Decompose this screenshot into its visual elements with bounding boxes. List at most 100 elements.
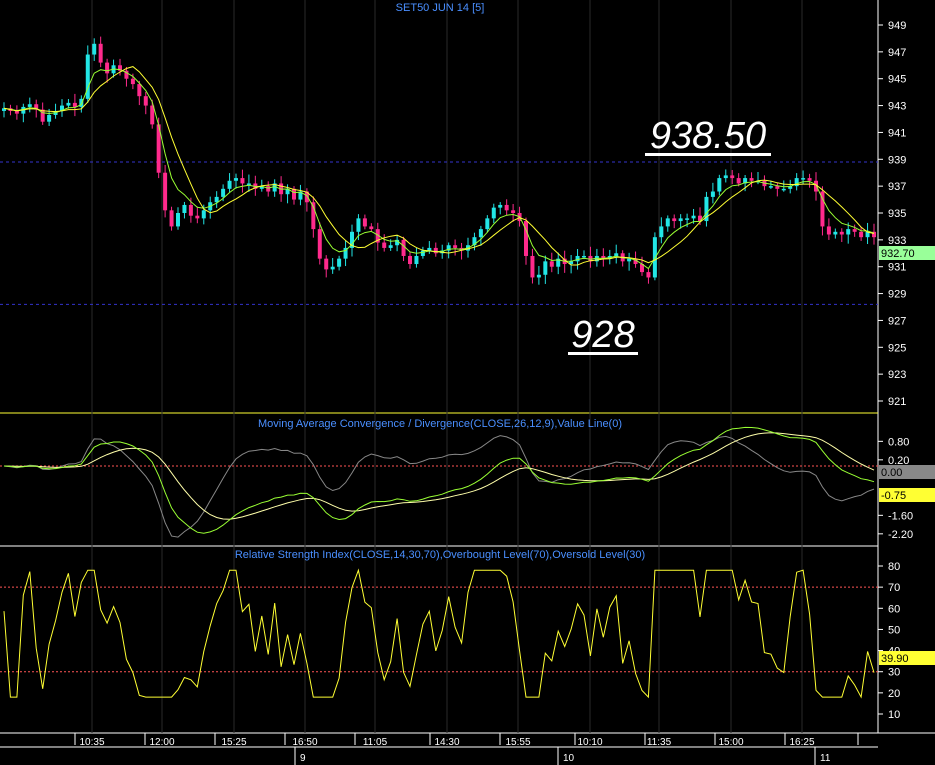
macd-tick-label: 0.80 (888, 436, 909, 448)
high-annotation-underline (645, 153, 771, 156)
rsi-title: Relative Strength Index(CLOSE,14,30,70),… (235, 549, 645, 561)
candle-body (678, 218, 683, 222)
y-tick-label: 941 (888, 127, 906, 139)
candle-body (337, 258, 342, 267)
candle-body (221, 188, 226, 197)
candle-body (201, 210, 206, 219)
candle-body (646, 272, 651, 278)
candle-body (92, 43, 97, 55)
rsi-tick-label: 80 (888, 561, 900, 573)
candle-body (401, 239, 406, 256)
candle-body (266, 186, 271, 192)
y-tick-label: 937 (888, 181, 906, 193)
x-ticks: 10:35 12:00 15:25 16:50 11:05 14:30 15:55 10:10… (0, 737, 878, 765)
candle-body (781, 188, 786, 191)
candle-body (575, 255, 580, 262)
x-tick-label: 12:00 (149, 737, 174, 748)
candle-body (749, 178, 754, 181)
macd-zero-label: 0.00 (881, 467, 902, 479)
x-tick-label: 10:10 (577, 737, 602, 748)
y-tick-label: 925 (888, 342, 906, 354)
rsi-tick-label: 10 (888, 709, 900, 721)
x-tick-label: 10:35 (79, 737, 104, 748)
candle-body (330, 266, 335, 270)
macd-tick-label: -2.20 (888, 529, 913, 541)
candle-body (66, 102, 71, 106)
rsi-line (3, 568, 875, 699)
candle-body (852, 229, 857, 232)
candle-body (536, 274, 541, 278)
candle-body (710, 191, 715, 197)
candle-body (246, 183, 251, 185)
macd-panel: 0.800.20-1.60-2.20 (0, 426, 913, 541)
y-tick-label: 929 (888, 289, 906, 301)
x-tick-label: 16:50 (292, 737, 317, 748)
candle-body (382, 242, 387, 248)
chart-title: SET50 JUN 14 [5] (396, 2, 485, 14)
rsi-tick-label: 30 (888, 667, 900, 679)
rsi-current-label: 39.90 (881, 653, 909, 665)
candle-body (504, 204, 509, 211)
candle-body (188, 204, 193, 216)
candle-body (498, 204, 503, 208)
candle-body (491, 207, 496, 219)
candle-body (234, 178, 238, 181)
candle-body (478, 229, 483, 238)
candle-body (362, 218, 367, 227)
candle-body (839, 231, 844, 235)
candle-body (801, 178, 806, 180)
macd-tick-label: -1.60 (888, 510, 913, 522)
candle-body (143, 96, 148, 106)
low-annotation-underline (568, 352, 638, 355)
y-tick-label: 931 (888, 262, 906, 274)
macd-line (3, 426, 875, 534)
y-tick-label: 949 (888, 20, 906, 32)
candle-body (511, 210, 516, 213)
candle-body (530, 255, 535, 278)
date-label: 11 (820, 753, 831, 764)
candle-body (672, 218, 677, 222)
candle-body (163, 172, 168, 211)
candle-body (807, 178, 812, 181)
candle-body (98, 43, 103, 63)
candle-body (317, 229, 322, 259)
candle-body (427, 247, 432, 251)
candle-body (414, 255, 419, 265)
date-label: 10 (563, 753, 575, 764)
candle-body (27, 104, 32, 107)
y-tick-label: 943 (888, 101, 906, 113)
low-annotation-text: 928 (571, 314, 634, 356)
candle-body (105, 62, 110, 74)
x-tick-label: 16:25 (789, 737, 814, 748)
low-annotation: 928 (568, 314, 638, 356)
candle-body (859, 231, 864, 238)
candle-body (614, 253, 619, 256)
candle-body (730, 175, 735, 179)
price-panel (0, 0, 935, 734)
date-label: 9 (300, 753, 306, 764)
rsi-tick-label: 50 (888, 624, 900, 636)
candle-body (665, 218, 670, 227)
candle-body (388, 245, 393, 248)
candle-body (408, 255, 412, 265)
candle-body (47, 114, 52, 122)
candle-body (826, 226, 831, 235)
candle-body (846, 229, 851, 235)
candle-body (130, 78, 135, 85)
candle-body (72, 102, 77, 107)
candle-body (582, 255, 586, 258)
macd-title: Moving Average Convergence / Divergence(… (258, 418, 622, 430)
y-tick-label: 947 (888, 47, 906, 59)
y-tick-label: 935 (888, 208, 906, 220)
candle-body (240, 178, 245, 184)
price-y-ticks: 949 947 945 943 941 939 937 935 933 931 929 927 925 9… (878, 20, 906, 408)
rsi-tick-label: 20 (888, 688, 900, 700)
x-tick-label: 11:05 (363, 737, 388, 748)
y-tick-label: 939 (888, 154, 906, 166)
y-tick-label: 923 (888, 369, 906, 381)
candle-body (137, 84, 142, 97)
candle-body (833, 231, 838, 235)
rsi-panel: 8070605040302010 (0, 561, 900, 721)
candle-body (324, 258, 329, 270)
candle-body (691, 215, 696, 219)
